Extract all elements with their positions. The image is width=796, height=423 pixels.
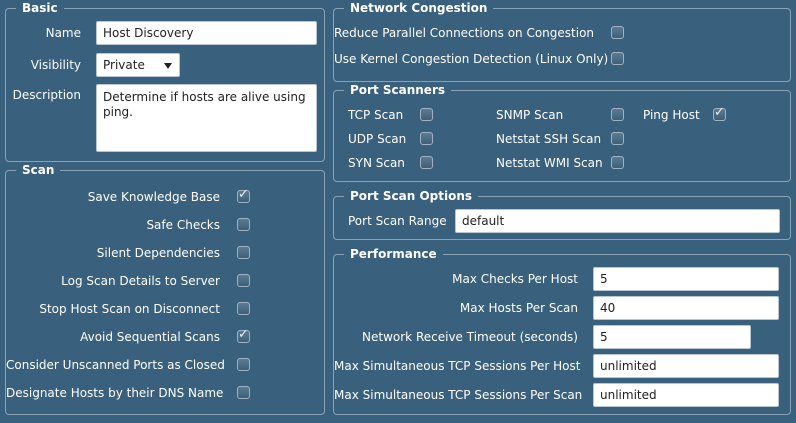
avoid-sequential-scans-checkbox[interactable]: ✓ (237, 327, 250, 343)
reduce-parallel-connections-on-congestion-checkbox[interactable] (611, 26, 624, 39)
max-hosts-per-scan-field[interactable]: 40 (593, 296, 779, 320)
consider-unscanned-ports-as-closed-checkbox[interactable] (237, 358, 250, 371)
checkmark-icon: ✓ (714, 105, 725, 120)
netstat-wmi-scan-label: Netstat WMI Scan (496, 156, 603, 170)
avoid-sequential-scans-label: Avoid Sequential Scans (80, 330, 220, 344)
network-congestion-section: Network Congestion Reduce Parallel Conne… (333, 0, 791, 82)
netstat-wmi-scan-checkbox[interactable] (611, 156, 624, 169)
port-scan-options-section: Port Scan Options Port Scan Range defaul… (333, 188, 791, 240)
description-field[interactable]: Determine if hosts are alive using ping. (96, 84, 317, 152)
visibility-select[interactable]: Private (96, 53, 180, 77)
ping-host-checkbox[interactable]: ✓ (713, 105, 726, 121)
netstat-ssh-scan-checkbox[interactable] (611, 132, 624, 145)
performance-legend: Performance (344, 246, 443, 262)
designate-hosts-by-their-dns-name-label: Designate Hosts by their DNS Name (6, 386, 224, 400)
use-kernel-congestion-detection-linux-only-checkbox[interactable] (611, 52, 624, 65)
port-scan-range-label: Port Scan Range (348, 214, 447, 228)
port-scan-range-field[interactable]: default (455, 209, 780, 233)
save-knowledge-base-checkbox[interactable]: ✓ (237, 187, 250, 203)
ping-host-label: Ping Host (643, 108, 700, 122)
stop-host-scan-on-disconnect-checkbox[interactable] (237, 302, 250, 315)
chevron-down-icon (164, 63, 172, 69)
max-simultaneous-tcp-sessions-per-host-field[interactable]: unlimited (593, 354, 779, 378)
visibility-label: Visibility (30, 58, 81, 72)
port-scan-options-legend: Port Scan Options (344, 188, 479, 204)
silent-dependencies-checkbox[interactable] (237, 246, 250, 259)
network-receive-timeout-seconds-label: Network Receive Timeout (seconds) (362, 330, 578, 344)
consider-unscanned-ports-as-closed-label: Consider Unscanned Ports as Closed (6, 358, 225, 372)
reduce-parallel-connections-on-congestion-label: Reduce Parallel Connections on Congestio… (334, 26, 595, 40)
checkmark-icon: ✓ (238, 187, 249, 202)
basic-section: Basic Name Host Discovery Visibility Pri… (5, 0, 325, 162)
max-checks-per-host-field[interactable]: 5 (593, 267, 779, 291)
snmp-scan-label: SNMP Scan (496, 108, 564, 122)
network-receive-timeout-seconds-field[interactable]: 5 (593, 325, 751, 349)
tcp-scan-label: TCP Scan (348, 108, 404, 122)
designate-hosts-by-their-dns-name-checkbox[interactable] (237, 386, 250, 399)
save-knowledge-base-label: Save Knowledge Base (87, 190, 220, 204)
description-label: Description (12, 88, 81, 102)
port-scanners-section: Port Scanners TCP Scan UDP Scan SYN Scan SN… (333, 82, 791, 182)
visibility-value: Private (103, 58, 145, 72)
netstat-ssh-scan-label: Netstat SSH Scan (496, 132, 602, 146)
max-simultaneous-tcp-sessions-per-scan-label: Max Simultaneous TCP Sessions Per Scan (334, 388, 583, 402)
log-scan-details-to-server-label: Log Scan Details to Server (61, 274, 220, 288)
safe-checks-checkbox[interactable] (237, 218, 250, 231)
log-scan-details-to-server-checkbox[interactable] (237, 274, 250, 287)
tcp-scan-checkbox[interactable] (420, 108, 433, 121)
use-kernel-congestion-detection-linux-only-label: Use Kernel Congestion Detection (Linux O… (334, 52, 609, 66)
scan-section: Scan Save Knowledge Base ✓ Safe Checks Sile… (5, 162, 325, 415)
stop-host-scan-on-disconnect-label: Stop Host Scan on Disconnect (39, 302, 220, 316)
max-simultaneous-tcp-sessions-per-scan-field[interactable]: unlimited (593, 383, 779, 407)
performance-section: Performance Max Checks Per Host 5 Max Host… (333, 246, 791, 415)
max-checks-per-host-label: Max Checks Per Host (452, 272, 578, 286)
safe-checks-label: Safe Checks (146, 218, 220, 232)
silent-dependencies-label: Silent Dependencies (96, 246, 220, 260)
port-scanners-legend: Port Scanners (344, 82, 452, 98)
network-congestion-legend: Network Congestion (344, 0, 494, 16)
basic-legend: Basic (16, 0, 64, 16)
scan-legend: Scan (16, 162, 61, 178)
max-hosts-per-scan-label: Max Hosts Per Scan (459, 301, 578, 315)
max-simultaneous-tcp-sessions-per-host-label: Max Simultaneous TCP Sessions Per Host (334, 359, 581, 373)
name-field[interactable]: Host Discovery (96, 21, 317, 45)
snmp-scan-checkbox[interactable] (611, 108, 624, 121)
checkmark-icon: ✓ (238, 327, 249, 342)
name-label: Name (45, 26, 81, 40)
udp-scan-label: UDP Scan (348, 132, 407, 146)
udp-scan-checkbox[interactable] (420, 132, 433, 145)
syn-scan-checkbox[interactable] (420, 156, 433, 169)
syn-scan-label: SYN Scan (348, 156, 405, 170)
